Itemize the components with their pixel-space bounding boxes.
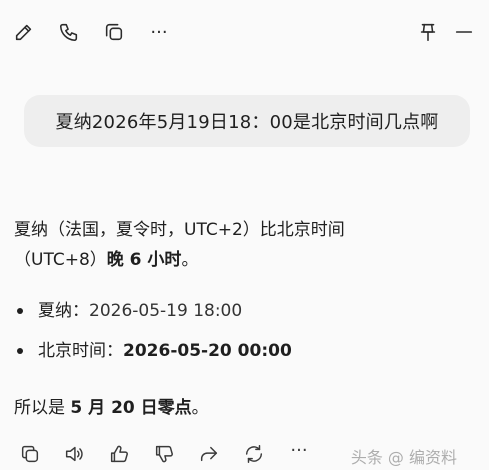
answer-line2-bold: 晚 6 小时 (106, 250, 182, 270)
cannes-label: 夏纳： (38, 301, 89, 321)
assistant-answer: 夏纳（法国，夏令时，UTC+2）比北京时间 （UTC+8）晚 6 小时。 (14, 215, 474, 275)
answer-line2-suffix: 。 (181, 250, 199, 270)
conclusion-prefix: 所以是 (14, 398, 71, 418)
share-icon[interactable] (197, 442, 221, 466)
new-window-icon[interactable] (102, 20, 126, 44)
bullet-dot (17, 348, 23, 354)
conclusion-bold: 5 月 20 日零点 (70, 398, 192, 418)
cannes-time: 2026-05-19 18:00 (89, 301, 243, 321)
copy-icon[interactable] (18, 442, 42, 466)
list-item: 北京时间：2026-05-20 00:00 (14, 336, 474, 376)
thumbs-down-icon[interactable] (152, 442, 176, 466)
beijing-time: 2026-05-20 00:00 (123, 341, 292, 361)
regenerate-icon[interactable] (242, 442, 266, 466)
conclusion-suffix: 。 (191, 398, 209, 418)
thumbs-up-icon[interactable] (107, 442, 131, 466)
answer-line-2: （UTC+8）晚 6 小时。 (14, 245, 474, 275)
pin-icon[interactable] (416, 20, 440, 44)
speaker-icon[interactable] (62, 442, 86, 466)
phone-icon[interactable] (57, 20, 81, 44)
conclusion: 所以是 5 月 20 日零点。 (14, 393, 209, 423)
more-icon[interactable]: ··· (287, 438, 311, 462)
answer-line2-prefix: （UTC+8） (14, 250, 107, 270)
time-list: 夏纳：2026-05-19 18:00 北京时间：2026-05-20 00:0… (14, 296, 474, 376)
watermark: 头条 @ 编资料 (350, 448, 457, 467)
answer-line-1: 夏纳（法国，夏令时，UTC+2）比北京时间 (14, 220, 345, 240)
list-item: 夏纳：2026-05-19 18:00 (14, 296, 474, 336)
user-message-bubble: 夏纳2026年5月19日18：00是北京时间几点啊 (24, 95, 470, 147)
more-icon[interactable]: ··· (147, 20, 171, 44)
chat-toolbar: ··· (0, 0, 489, 64)
bullet-dot (17, 308, 23, 314)
user-message-text: 夏纳2026年5月19日18：00是北京时间几点啊 (55, 112, 439, 133)
edit-icon[interactable] (12, 20, 36, 44)
minimize-icon[interactable] (452, 20, 476, 44)
beijing-label: 北京时间： (38, 341, 123, 361)
